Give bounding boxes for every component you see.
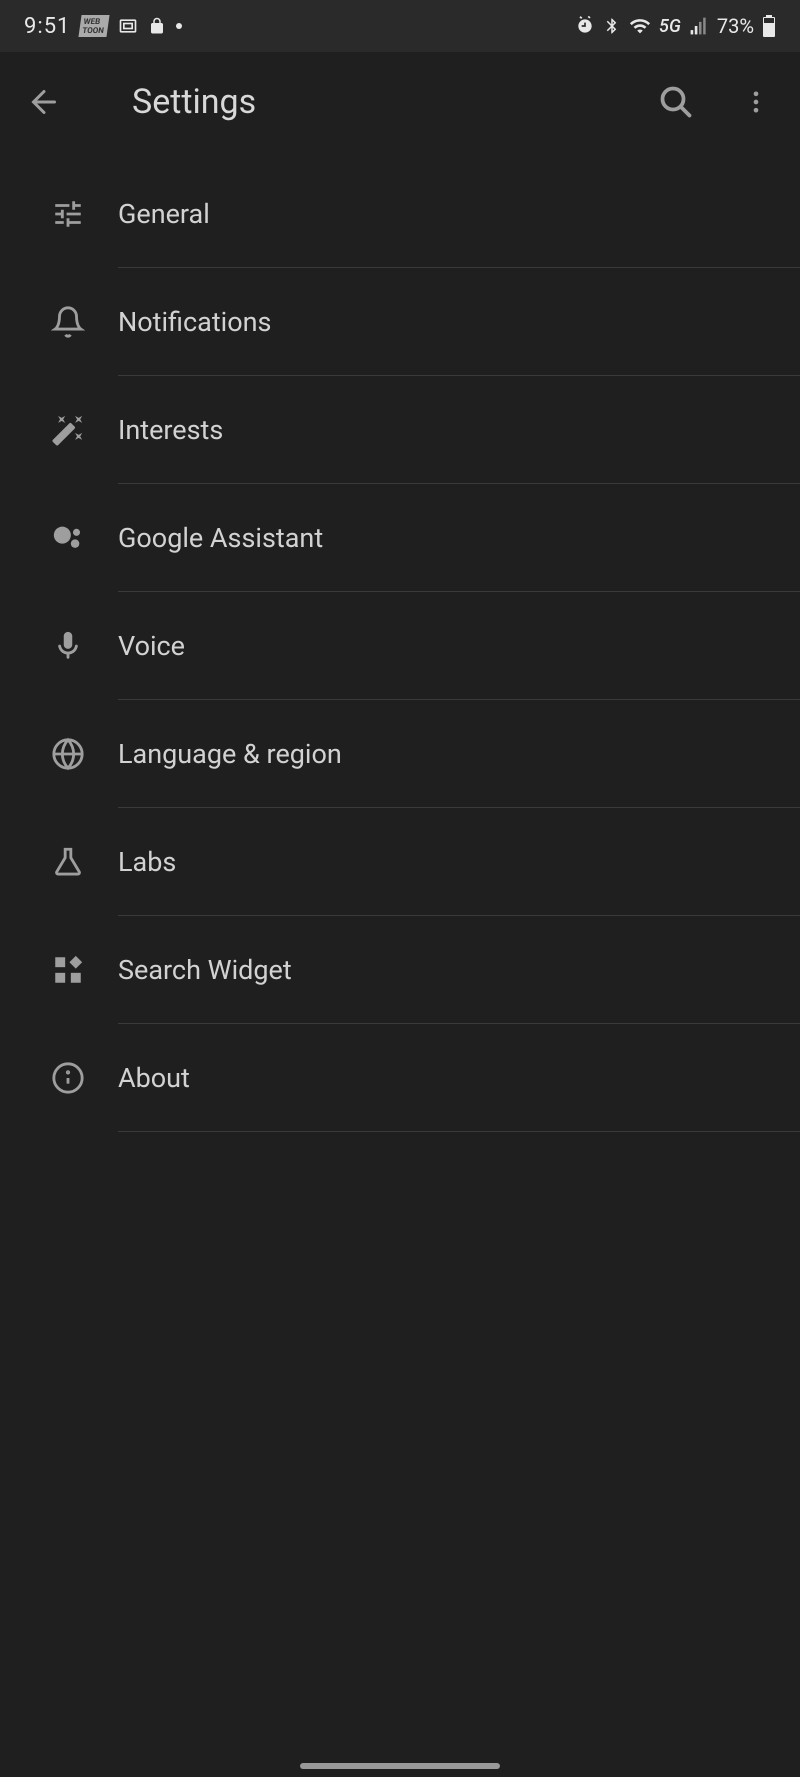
status-right: 5G 73% (575, 14, 776, 38)
settings-item-voice[interactable]: Voice (0, 592, 800, 700)
webtoon-icon: WEBTOON (80, 15, 108, 37)
settings-item-label: Google Assistant (118, 522, 323, 554)
battery-percent: 73% (717, 14, 754, 38)
notification-dot-icon (176, 23, 182, 29)
status-bar: 9:51 WEBTOON 5G 73% (0, 0, 800, 52)
bluetooth-icon (603, 17, 621, 35)
info-icon (48, 1058, 88, 1098)
battery-icon (762, 15, 776, 37)
bell-icon (48, 302, 88, 342)
alarm-icon (575, 16, 595, 36)
network-label: 5G (659, 16, 681, 37)
back-button[interactable] (16, 74, 72, 130)
settings-item-interests[interactable]: Interests (0, 376, 800, 484)
settings-item-general[interactable]: General (0, 160, 800, 268)
signal-icon (689, 16, 709, 36)
settings-item-about[interactable]: About (0, 1024, 800, 1132)
settings-item-label: Voice (118, 630, 185, 662)
settings-item-label: Language & region (118, 738, 342, 770)
settings-list: General Notifications Interests Google A… (0, 152, 800, 1132)
settings-item-label: General (118, 198, 210, 230)
assistant-icon (48, 518, 88, 558)
flask-icon (48, 842, 88, 882)
settings-item-label: Labs (118, 846, 176, 878)
settings-item-notifications[interactable]: Notifications (0, 268, 800, 376)
cast-icon (118, 16, 138, 36)
more-menu-button[interactable] (728, 74, 784, 130)
status-time: 9:51 (24, 14, 70, 39)
settings-item-label: Notifications (118, 306, 271, 338)
settings-item-assistant[interactable]: Google Assistant (0, 484, 800, 592)
settings-item-label: About (118, 1062, 190, 1094)
settings-item-label: Interests (118, 414, 223, 446)
settings-item-language[interactable]: Language & region (0, 700, 800, 808)
lock-icon (148, 17, 166, 35)
settings-item-label: Search Widget (118, 954, 292, 986)
settings-item-search-widget[interactable]: Search Widget (0, 916, 800, 1024)
wand-icon (48, 410, 88, 450)
app-bar: Settings (0, 52, 800, 152)
mic-icon (48, 626, 88, 666)
status-left: 9:51 WEBTOON (24, 14, 182, 39)
tune-icon (48, 194, 88, 234)
search-button[interactable] (648, 74, 704, 130)
nav-handle[interactable] (300, 1763, 500, 1769)
globe-icon (48, 734, 88, 774)
page-title: Settings (132, 82, 624, 122)
settings-item-labs[interactable]: Labs (0, 808, 800, 916)
wifi-icon (629, 15, 651, 37)
widget-icon (48, 950, 88, 990)
